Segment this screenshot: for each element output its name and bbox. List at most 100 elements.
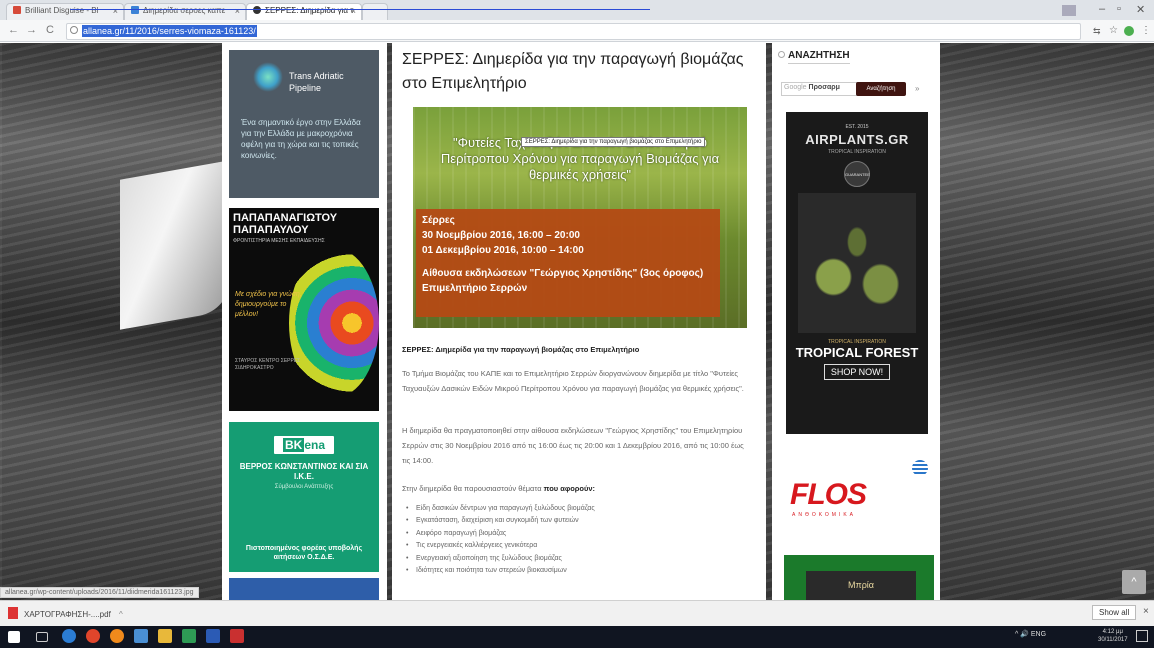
reload-icon[interactable]: C bbox=[46, 24, 54, 36]
clock[interactable]: 4:12 μμ 30/11/2017 bbox=[1098, 628, 1128, 644]
image-tooltip: ΣΕΡΡΕΣ: Διημερίδα για την παραγωγή βιομά… bbox=[521, 137, 706, 147]
google-icon bbox=[131, 6, 139, 14]
mpria-ad[interactable]: Μπρία bbox=[784, 555, 934, 600]
tab-article[interactable]: ΣΕΡΡΕΣ: Διημερίδα για τ × bbox=[246, 3, 362, 20]
close-window-button[interactable]: ✕ bbox=[1136, 3, 1145, 16]
bkena-ad[interactable]: BK ena ΒΕΡΡΟΣ ΚΩΝΣΤΑΝΤΙΝΟΣ ΚΑΙ ΣΙΑ Ι.Κ.Ε.… bbox=[229, 422, 379, 572]
download-bar bbox=[0, 600, 1154, 626]
poster-date-1: 30 Νοεμβρίου 2016, 16:00 – 20:00 bbox=[422, 230, 580, 241]
show-all-button[interactable]: Show all bbox=[1092, 605, 1137, 620]
tab-brilliant[interactable]: Brilliant Disguise - Bl × bbox=[6, 3, 124, 20]
poster-info-box: Σέρρες 30 Νοεμβρίου 2016, 16:00 – 20:00 … bbox=[416, 209, 720, 317]
poster-venue: Αίθουσα εκδηλώσεων "Γεώργιος Χρηστίδης" … bbox=[422, 268, 704, 279]
menu-icon[interactable]: ⋮ bbox=[1141, 25, 1151, 36]
edge-icon[interactable] bbox=[62, 629, 76, 643]
ad-company-name: ΒΕΡΡΟΣ ΚΩΝΣΤΑΝΤΙΝΟΣ ΚΑΙ ΣΙΑ Ι.Κ.Ε. bbox=[239, 462, 369, 481]
download-item[interactable]: ΧΑΡΤΟΓΡΑΦΗΣΗ-....pdf ^ bbox=[8, 607, 123, 619]
pdf-icon bbox=[8, 607, 18, 619]
back-icon[interactable]: ← bbox=[8, 24, 19, 36]
next-ad-strip[interactable] bbox=[229, 578, 379, 600]
ad-footer: Πιστοποιημένος φορέας υποβολής αιτήσεων … bbox=[245, 545, 363, 561]
acrobat-icon[interactable] bbox=[230, 629, 244, 643]
underline bbox=[70, 9, 650, 10]
excel-icon[interactable] bbox=[182, 629, 196, 643]
search-input[interactable]: Google Προσαρμ bbox=[781, 82, 865, 96]
event-poster-image[interactable]: "Φυτείες Ταχυαυξών Δασικών Ειδών Μικρού … bbox=[413, 107, 747, 328]
new-tab-button[interactable] bbox=[362, 3, 388, 20]
article-title: ΣΕΡΡΕΣ: Διημερίδα για την παραγωγή βιομά… bbox=[402, 51, 744, 92]
file-explorer-icon[interactable] bbox=[134, 629, 148, 643]
poster-venue-2: Επιμελητήριο Σερρών bbox=[422, 283, 528, 294]
system-tray[interactable]: ^ 🔊 ENG bbox=[1015, 630, 1046, 638]
shop-now-button[interactable]: SHOP NOW! bbox=[823, 364, 891, 380]
tap-name: Trans Adriatic Pipeline bbox=[289, 71, 344, 93]
close-tab-icon[interactable]: × bbox=[235, 6, 240, 16]
ad-subtitle: Σύμβουλοι Ανάπτυξης bbox=[274, 484, 334, 490]
ad-contacts: ΣΤΑΥΡΟΣ ΚΕΝΤΡΟ ΣΕΡΡΕΣ ΣΙΔΗΡΟΚΑΣΤΡΟ bbox=[235, 358, 301, 371]
ad-title: ΠΑΠΑΠΑΝΑΓΙΩΤΟΥ ΠΑΠΑΠΑΥΛΟΥ bbox=[233, 212, 338, 236]
article-paragraph: Το Τμήμα Βιομάζας του ΚΑΠΕ και το Επιμελ… bbox=[402, 369, 744, 393]
guarantee-badge-icon: GUARANTEE bbox=[844, 161, 870, 187]
notification-icon[interactable] bbox=[1136, 630, 1148, 642]
windows-taskbar bbox=[0, 626, 1154, 648]
background-pen bbox=[120, 160, 230, 330]
search-button[interactable]: Αναζήτηση bbox=[856, 82, 906, 96]
url-text[interactable]: allanea.gr/11/2016/serres-viomaza-161123… bbox=[82, 25, 257, 37]
tap-text: Ένα σημαντικό έργο στην Ελλάδα για την Ε… bbox=[241, 118, 361, 160]
profile-icon[interactable] bbox=[1062, 5, 1076, 16]
ad-headline: TROPICAL FOREST bbox=[795, 345, 919, 360]
ad-tagline: TROPICAL INSPIRATION bbox=[828, 149, 886, 155]
close-download-bar-icon[interactable]: × bbox=[1143, 606, 1149, 617]
windows-start-icon[interactable] bbox=[8, 631, 20, 643]
list-item: Αειφόρο παραγωγή βιομάζας bbox=[402, 528, 752, 541]
star-icon[interactable]: ☆ bbox=[1109, 25, 1118, 36]
extension-icon[interactable] bbox=[1124, 26, 1134, 36]
list-item: Ιδιότητες και ποιότητα των στερεών βιοκα… bbox=[402, 565, 752, 578]
papapanagiotou-ad[interactable]: ΠΑΠΑΠΑΝΑΓΙΩΤΟΥ ΠΑΠΑΠΑΥΛΟΥ ΦΡΟΝΤΙΣΤΗΡΙΑ Μ… bbox=[229, 208, 379, 411]
maximize-button[interactable]: ▫ bbox=[1117, 3, 1121, 15]
airplants-ad[interactable]: EST. 2015 AIRPLANTS.GR TROPICAL INSPIRAT… bbox=[786, 112, 928, 434]
ad-subtitle: ΦΡΟΝΤΙΣΤΗΡΙΑ ΜΕΣΗΣ ΕΚΠΑΙΔΕΥΣΗΣ bbox=[233, 238, 325, 244]
bkena-logo: BK ena bbox=[274, 436, 334, 454]
greek-flag-icon bbox=[912, 460, 928, 476]
forward-icon[interactable]: → bbox=[26, 24, 37, 36]
terrarium-image bbox=[798, 193, 916, 333]
youtube-icon bbox=[13, 6, 21, 14]
article-body-heading: ΣΕΡΡΕΣ: Διημερίδα για την παραγωγή βιομά… bbox=[402, 345, 640, 354]
poster-place: Σέρρες bbox=[422, 215, 455, 226]
list-item: Εγκατάσταση, διαχείριση και συγκομιδή τω… bbox=[402, 515, 752, 528]
mpria-label: Μπρία bbox=[806, 571, 916, 600]
task-view-icon[interactable] bbox=[36, 632, 48, 642]
ad-est: EST. 2015 bbox=[845, 124, 869, 130]
ad-slogan: Με σχέδιο για γνώση, δημιουργούμε το μέλ… bbox=[235, 291, 302, 318]
site-icon bbox=[253, 6, 261, 14]
tap-logo-icon bbox=[253, 62, 283, 92]
close-tab-icon[interactable]: × bbox=[113, 6, 118, 16]
flos-ad[interactable]: FLOS ΑΝΘΟΚΟΜΙΚΑ bbox=[784, 452, 934, 544]
flos-subtitle: ΑΝΘΟΚΟΜΙΚΑ bbox=[792, 512, 857, 518]
ad-brand: AIRPLANTS.GR bbox=[805, 132, 909, 147]
list-item: Τις ενεργειακές καλλιέργειες γενικότερα bbox=[402, 540, 752, 553]
status-url: allanea.gr/wp-content/uploads/2016/11/di… bbox=[0, 587, 199, 598]
search-more-icon[interactable]: » bbox=[915, 84, 919, 93]
poster-date-2: 01 Δεκεμβρίου 2016, 10:00 – 14:00 bbox=[422, 245, 584, 256]
minimize-button[interactable]: – bbox=[1099, 3, 1105, 15]
article-paragraph: Η διημερίδα θα πραγματοποιηθεί στην αίθο… bbox=[402, 426, 744, 465]
info-icon[interactable] bbox=[70, 26, 78, 34]
search-icon bbox=[778, 51, 785, 58]
search-heading: ΑΝΑΖΗΤΗΣΗ bbox=[788, 50, 850, 64]
article-paragraph: Στην διημερίδα θα παρουσιαστούν θέματα π… bbox=[402, 484, 596, 493]
colorful-dots-graphic bbox=[289, 248, 379, 398]
chrome-icon[interactable] bbox=[86, 629, 100, 643]
tap-ad[interactable]: Trans Adriatic Pipeline Ένα σημαντικό έρ… bbox=[229, 50, 379, 198]
flos-logo: FLOS bbox=[790, 478, 867, 511]
tab-google-search[interactable]: Διημερίδα σεροες καπε × bbox=[124, 3, 246, 20]
scroll-to-top-button[interactable]: ^ bbox=[1122, 570, 1146, 594]
folder-icon[interactable] bbox=[158, 629, 172, 643]
chevron-up-icon[interactable]: ^ bbox=[119, 610, 123, 619]
list-item: Είδη δασικών δέντρων για παραγωγή ξυλώδο… bbox=[402, 503, 752, 516]
firefox-icon[interactable] bbox=[110, 629, 124, 643]
translate-icon[interactable]: ⇆ bbox=[1093, 26, 1101, 37]
word-icon[interactable] bbox=[206, 629, 220, 643]
close-tab-icon[interactable]: × bbox=[351, 6, 356, 16]
